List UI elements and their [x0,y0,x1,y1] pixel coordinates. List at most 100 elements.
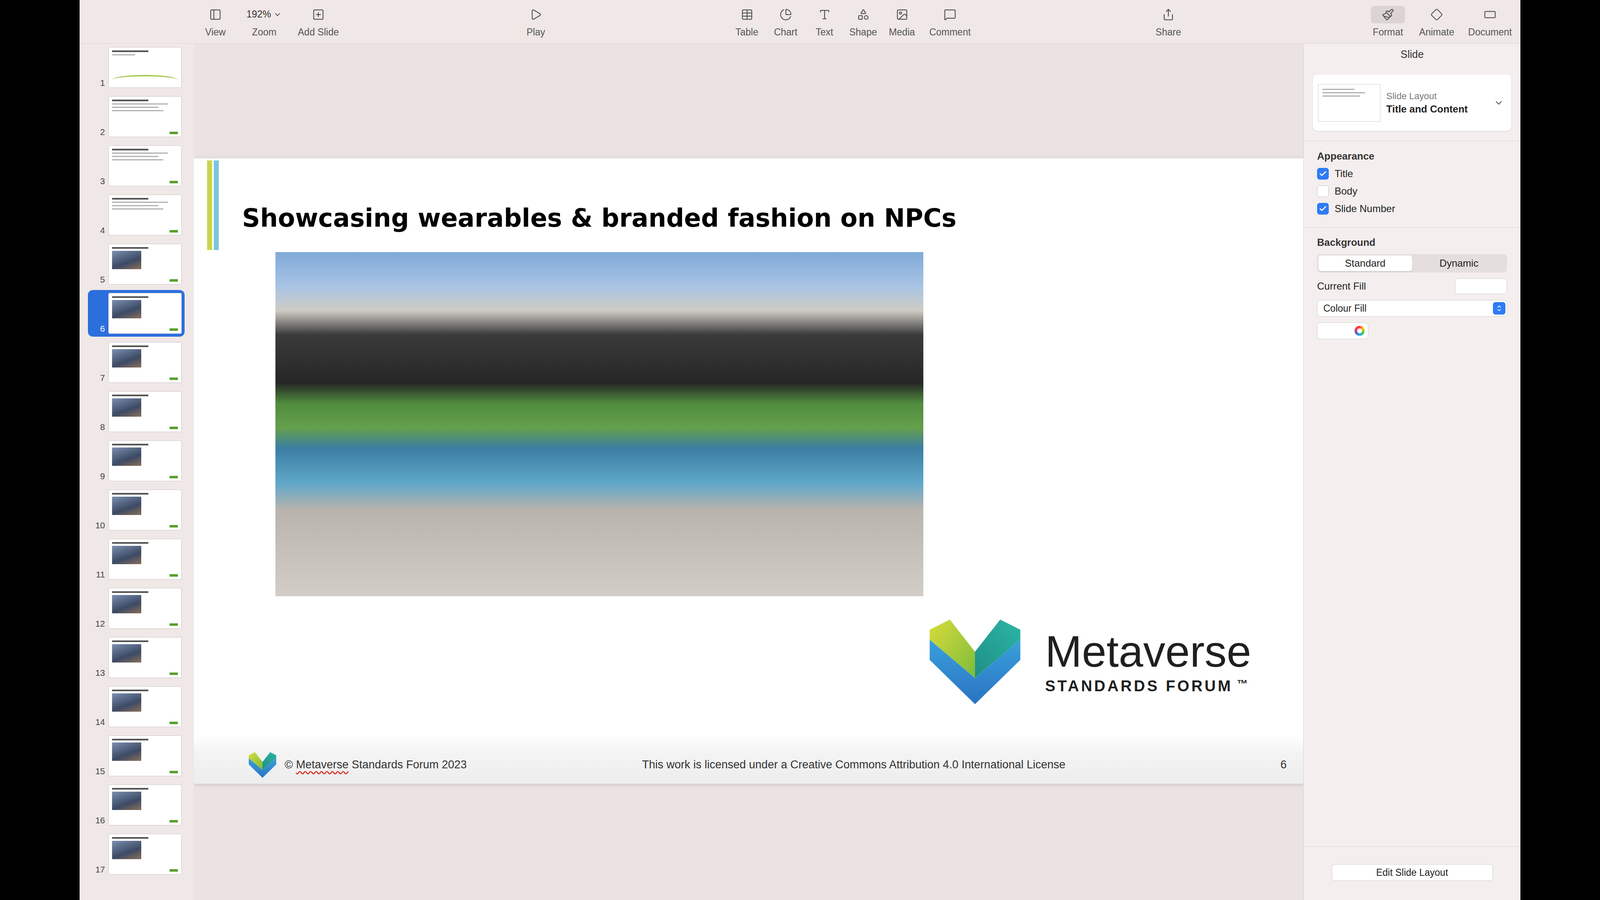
slide-thumbnail[interactable] [108,735,182,777]
check-icon [1318,204,1328,213]
slide-thumbnail[interactable] [108,587,182,629]
toolbar-button[interactable]: Document [1462,5,1518,38]
slide-thumbnail-row[interactable]: 14 [87,683,185,730]
slide-thumbnail[interactable] [108,96,182,138]
slide-thumbnail-row[interactable]: 10 [87,486,185,534]
fill-swatch[interactable] [1455,278,1508,295]
slide-thumbnail-row[interactable]: 8 [87,388,185,435]
checkbox-row[interactable]: Body [1317,185,1508,198]
toolbar-label: Zoom [252,26,277,38]
forum-logo[interactable]: MetaverseSTANDARDS FORUM™ [929,619,1252,705]
slide-thumbnail-row[interactable]: 17 [87,830,185,878]
slide-thumbnail[interactable] [108,292,182,334]
slide-thumbnail-row[interactable]: 6 [87,290,185,337]
toolbar-icon-wrap [730,5,765,24]
slide-thumbnail-row[interactable]: 12 [87,585,185,632]
photo[interactable] [275,252,924,597]
segment[interactable]: Dynamic [1412,255,1506,272]
slide-thumbnail[interactable] [108,243,182,285]
shape-icon [857,8,870,21]
format-inspector: SlideSlide LayoutTitle and ContentAppear… [1303,43,1521,900]
edit-slide-layout-button[interactable]: Edit Slide Layout [1331,864,1493,881]
slide-thumbnail[interactable] [108,145,182,187]
checkbox-row[interactable]: Title [1317,167,1508,180]
section-heading: Background [1317,236,1508,249]
toolbar-icon-wrap [807,5,842,24]
checkbox-row[interactable]: Slide Number [1317,202,1508,215]
slide-thumbnail-row[interactable]: 15 [87,732,185,780]
toolbar-button[interactable]: View [194,5,237,38]
thumb-title [112,689,149,692]
inspector-tab[interactable]: Slide [1303,43,1521,65]
slide-number: 17 [89,864,105,875]
background-section: BackgroundStandardDynamicCurrent FillCol… [1303,227,1521,342]
toolbar-button[interactable]: 192% Zoom [236,5,293,38]
toolbar-icon-wrap [518,5,553,24]
copyright-word: © [284,758,293,772]
checkbox[interactable] [1317,202,1329,215]
fill-type-popup[interactable]: Colour Fill [1317,300,1508,317]
toolbar-button[interactable]: Comment [921,5,979,38]
toolbar-button[interactable]: Chart [766,5,805,38]
toolbar-button[interactable]: Media [882,5,922,38]
toolbar-label: Share [1155,26,1181,38]
zoom-field[interactable]: 192% [246,5,283,24]
slide-thumbnail[interactable] [108,637,182,678]
slide-thumbnail-row[interactable]: 5 [87,240,185,288]
color-well[interactable] [1317,322,1369,340]
thumb-title [112,197,149,200]
popup-stepper [1492,302,1506,315]
checkbox[interactable] [1317,185,1329,198]
slide-thumbnail[interactable] [108,489,182,531]
toolbar-button[interactable]: Play [515,5,557,38]
slide-thumbnail[interactable] [108,686,182,728]
toolbar-button[interactable]: Shape [843,5,883,38]
slide-thumbnail[interactable] [108,342,182,383]
thumb-line [112,103,168,105]
slide-thumbnail-row[interactable]: 16 [87,781,185,829]
logo-tagline: STANDARDS FORUM™ [1045,677,1252,695]
slide-thumbnail[interactable] [108,194,182,236]
thumb-line [112,106,159,108]
slide-thumbnail[interactable] [108,47,182,88]
toolbar-icon-wrap [301,5,336,24]
slide-thumbnail-row[interactable]: 7 [87,339,185,386]
slide-thumbnail-row[interactable]: 3 [87,142,185,190]
toolbar-label: Animate [1419,26,1455,38]
slide-number: 1 [89,77,105,88]
slide-number: 12 [89,618,105,629]
slide-thumbnail-row[interactable]: 4 [87,191,185,239]
slide-thumbnail[interactable] [108,391,182,433]
slide-thumbnail[interactable] [108,784,182,826]
slide[interactable]: Showcasing wearables & branded fashion o… [193,158,1304,784]
checkbox-label: Slide Number [1334,202,1395,215]
screen-edge [1520,0,1600,900]
slide-thumbnail-row[interactable]: 11 [87,535,185,583]
slide-title[interactable]: Showcasing wearables & branded fashion o… [242,178,957,233]
thumb-image [112,496,142,515]
slide-thumbnail[interactable] [108,833,182,875]
slide-thumbnail-row[interactable]: 13 [87,634,185,681]
slide-thumbnail[interactable] [108,538,182,580]
toolbar-button[interactable]: Text [805,5,844,38]
slide-number: 7 [89,372,105,383]
color-wheel-icon[interactable] [1354,325,1365,336]
toolbar-button[interactable]: Share [1147,5,1190,38]
thumb-logo [169,623,178,626]
segment[interactable]: Standard [1318,255,1413,272]
slide-thumbnail-row[interactable]: 9 [87,437,185,485]
toolbar-button[interactable]: Format [1364,5,1412,38]
slide-thumbnail-row[interactable]: 2 [87,93,185,140]
checkbox[interactable] [1317,167,1329,180]
thumb-logo [169,279,178,282]
toolbar-icon-wrap [1419,5,1454,24]
toolbar-button[interactable]: Add Slide [292,5,345,38]
thumb-logo [169,672,178,675]
toolbar-button[interactable]: Animate [1411,5,1463,38]
slide-thumbnail[interactable] [108,440,182,482]
logo-row: MetaverseSTANDARDS FORUM™ [193,596,1304,735]
slide-layout-picker[interactable]: Slide LayoutTitle and Content [1312,74,1512,131]
slide-thumbnail-row[interactable]: 1 [87,44,185,91]
toolbar-label: Shape [849,26,878,38]
toolbar-button[interactable]: Table [727,5,767,38]
